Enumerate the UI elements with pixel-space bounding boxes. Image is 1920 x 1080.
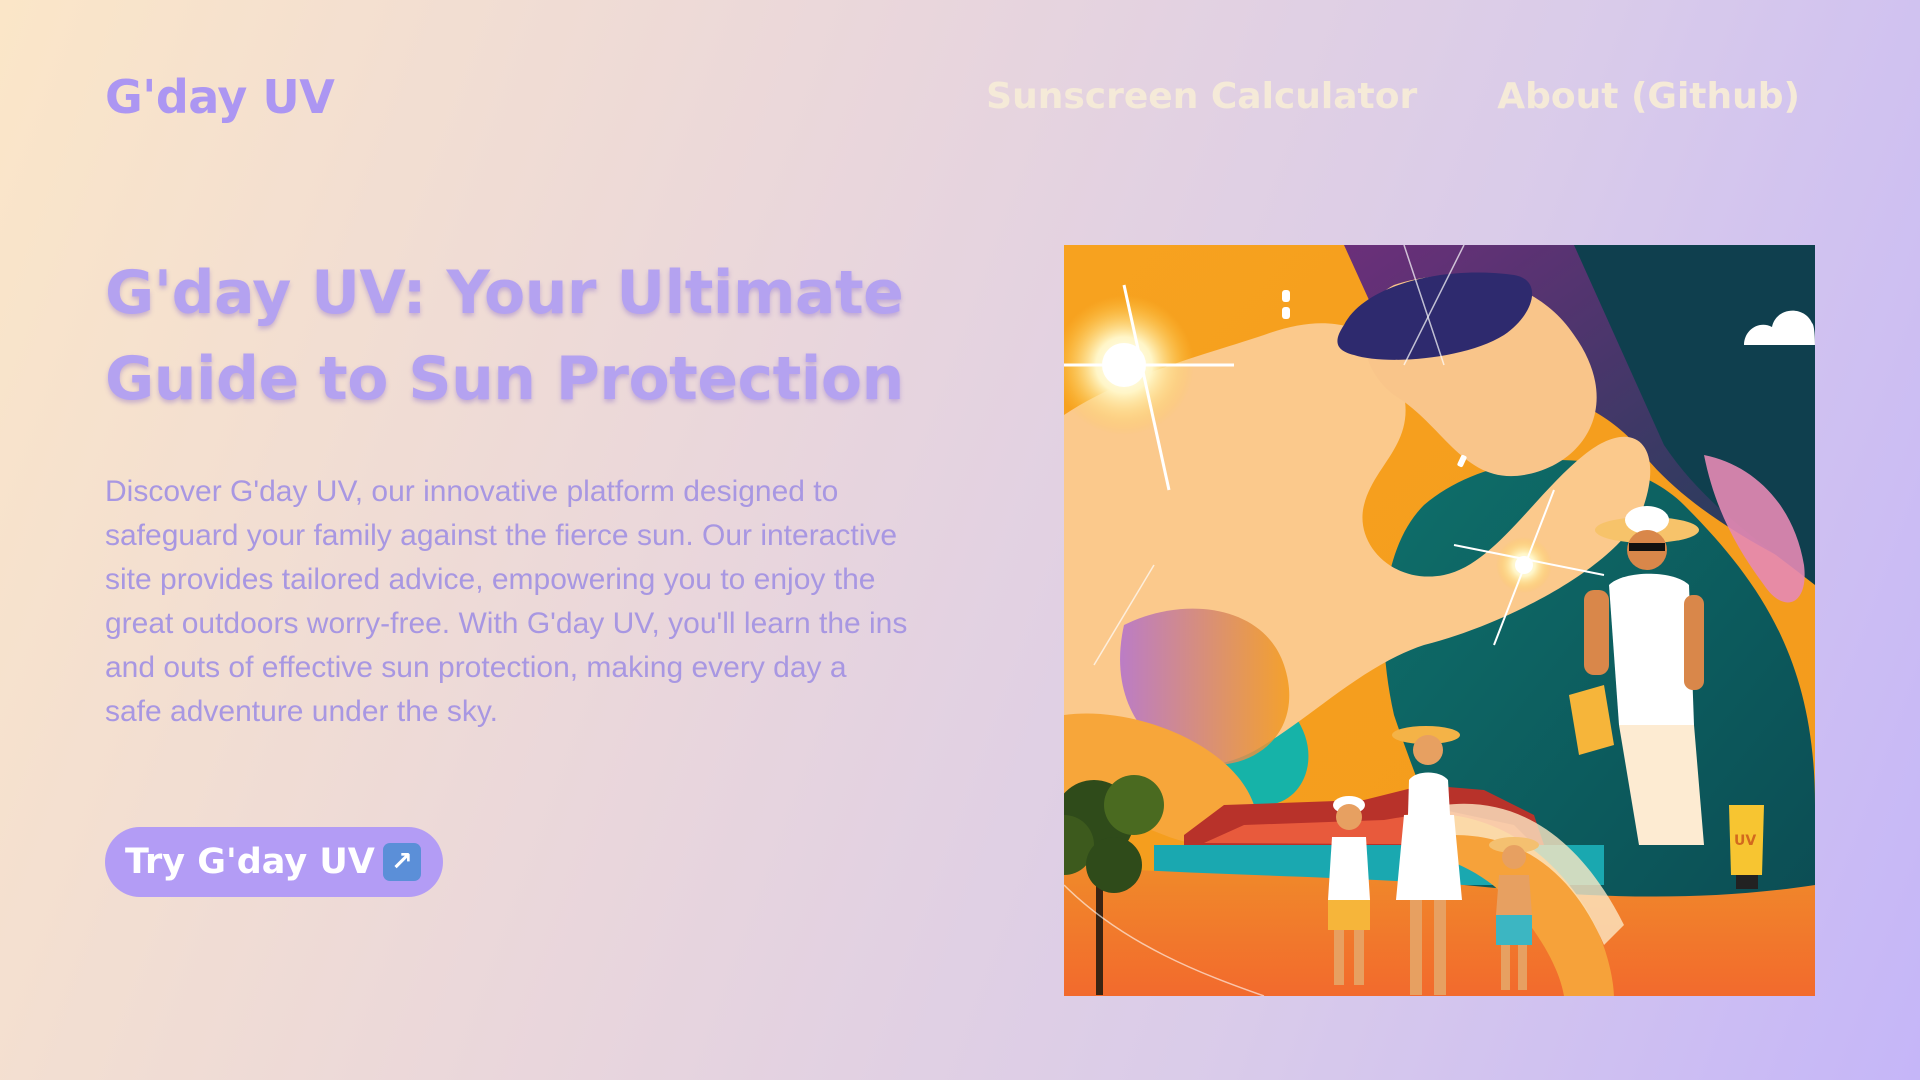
hero-illustration: UV xyxy=(1064,245,1815,996)
family-sun-illustration: UV xyxy=(1064,245,1815,996)
cta-label: Try G'day UV xyxy=(125,842,375,882)
main-nav: Sunscreen Calculator About (Github) xyxy=(986,76,1800,117)
hero-title: G'day UV: Your Ultimate Guide to Sun Pro… xyxy=(105,258,904,414)
svg-text:UV: UV xyxy=(1734,833,1756,849)
arrow-up-right-icon: ↗ xyxy=(382,843,421,881)
hero-description: Discover G'day UV, our innovative platfo… xyxy=(105,475,908,728)
nav-sunscreen-calculator[interactable]: Sunscreen Calculator xyxy=(986,76,1417,117)
nav-about-github[interactable]: About (Github) xyxy=(1497,76,1800,117)
logo[interactable]: G'day UV xyxy=(105,70,335,124)
try-gday-uv-button[interactable]: Try G'day UV ↗ xyxy=(105,827,443,897)
